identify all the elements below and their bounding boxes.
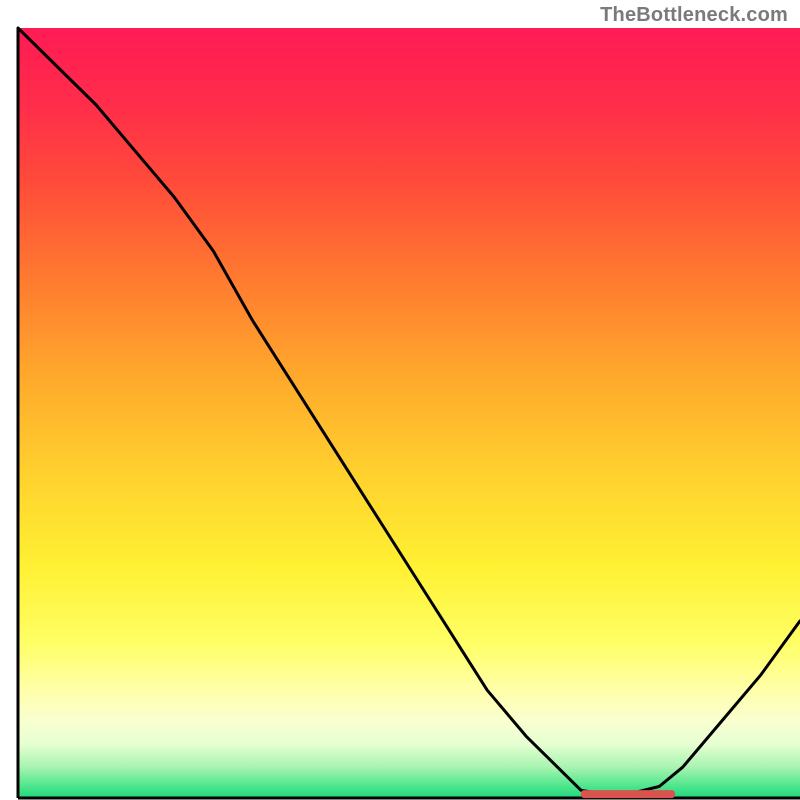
chart-container: TheBottleneck.com	[0, 0, 800, 800]
bottleneck-chart	[0, 0, 800, 800]
gradient-background	[18, 28, 800, 798]
optimal-range-marker	[581, 790, 675, 798]
